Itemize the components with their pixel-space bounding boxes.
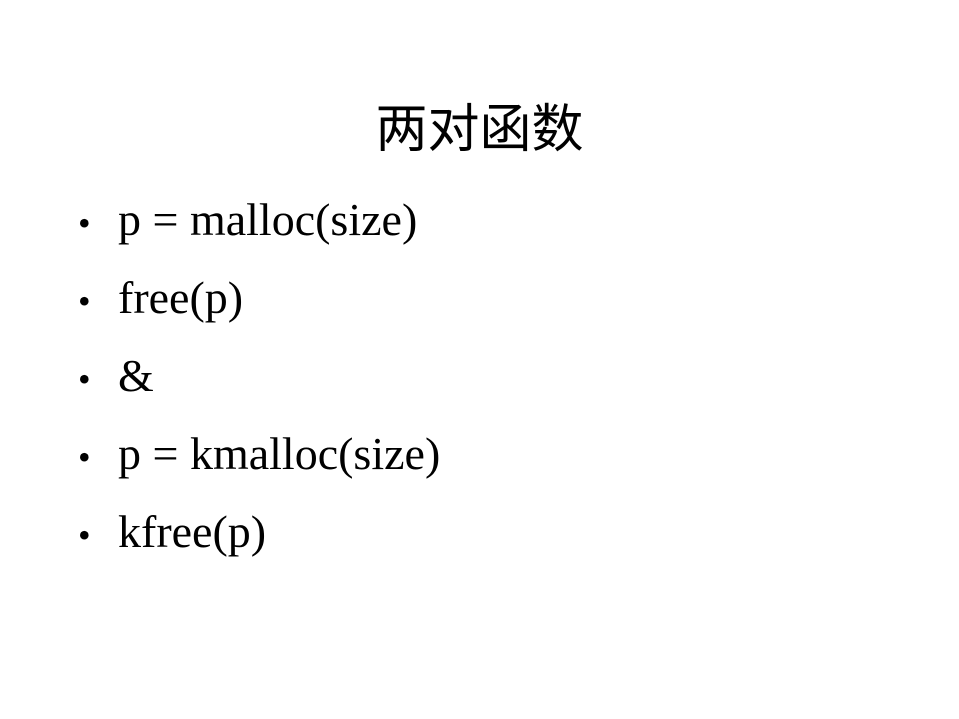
bullet-dot-icon: • [78, 515, 91, 555]
slide-title: 两对函数 [375, 100, 584, 160]
bullet-dot-icon: • [78, 359, 91, 399]
bullet-text: p = kmalloc(size) [118, 428, 441, 479]
bullet-item: • kfree(p) [78, 500, 938, 578]
bullet-text: p = malloc(size) [118, 194, 418, 245]
slide: 两对函数 • p = malloc(size) • free(p) • & • … [0, 0, 959, 719]
bullet-item: • p = kmalloc(size) [78, 422, 938, 500]
bullet-text: & [118, 350, 154, 401]
bullet-text: kfree(p) [118, 506, 267, 557]
bullet-text: free(p) [118, 272, 244, 323]
bullet-item: • free(p) [78, 266, 938, 344]
bullet-item: • & [78, 344, 938, 422]
bullet-list: • p = malloc(size) • free(p) • & • p = k… [78, 188, 938, 578]
bullet-dot-icon: • [78, 281, 91, 321]
bullet-dot-icon: • [78, 437, 91, 477]
bullet-item: • p = malloc(size) [78, 188, 938, 266]
bullet-dot-icon: • [78, 203, 91, 243]
